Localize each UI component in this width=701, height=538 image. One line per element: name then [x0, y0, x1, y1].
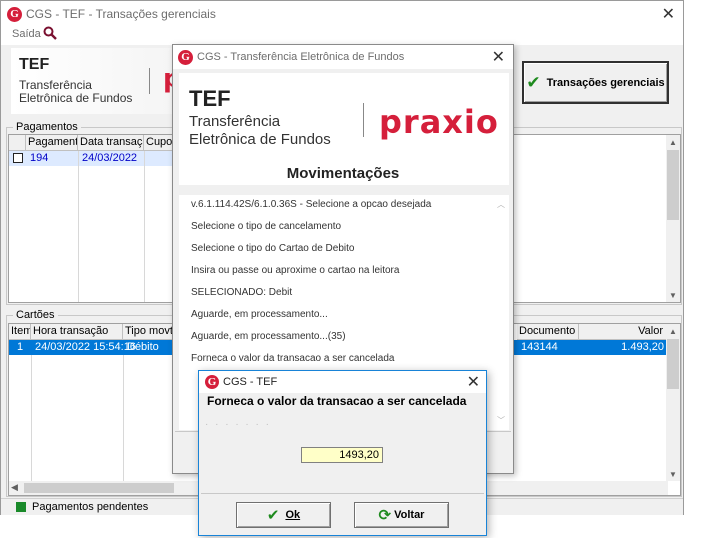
dialog-title: CGS - TEF [223, 376, 278, 388]
scroll-left-icon[interactable]: ◀ [11, 482, 18, 493]
pag-col-data[interactable]: Data transação [78, 135, 144, 151]
cgs-logo-icon: G [205, 375, 219, 389]
cartoes-label: Cartões [13, 309, 58, 321]
scroll-thumb[interactable] [667, 150, 679, 220]
praxio-logo: praxio [379, 103, 499, 141]
check-icon: ✔ [526, 73, 541, 92]
pendentes-legend-swatch [16, 502, 26, 512]
main-banner: TEF Transferência Eletrônica de Fundos p [11, 48, 186, 114]
pag-col-pagamento[interactable]: Pagamento [26, 135, 78, 151]
dialog-prompt: Forneca o valor da transacao a ser cance… [207, 394, 467, 408]
value-dialog: G CGS - TEF ✕ Forneca o valor da transac… [198, 370, 487, 536]
cart-col-item[interactable]: Item [9, 324, 31, 340]
banner-divider [149, 68, 150, 94]
hscroll-thumb[interactable] [24, 483, 174, 493]
scroll-thumb[interactable] [667, 339, 679, 389]
tef-close-icon[interactable]: ✕ [492, 47, 505, 67]
row-hora: 24/03/2022 15:54:16 [35, 341, 136, 353]
tef-window-title: CGS - Transferência Eletrônica de Fundos [197, 51, 405, 63]
log-line: Insira ou passe ou aproxime o cartao na … [191, 265, 400, 276]
tef-heading: Movimentações [286, 165, 400, 182]
transacoes-button-label: Transações gerenciais [546, 76, 665, 89]
refresh-icon: ⟳ [378, 506, 392, 524]
scroll-down-icon[interactable]: ﹀ [497, 415, 505, 426]
pag-row-divider [78, 151, 79, 302]
table-row[interactable]: 194 24/03/2022 [9, 151, 179, 166]
row-documento: 143144 [521, 341, 558, 353]
log-line: Selecione o tipo de cancelamento [191, 221, 342, 232]
dialog-faded-dots: · · · · · · · [205, 419, 271, 430]
transacoes-gerenciais-button[interactable]: ✔ Transações gerenciais [522, 61, 669, 104]
cart-col-hora[interactable]: Hora transação [31, 324, 123, 340]
cgs-logo-icon: G [7, 6, 22, 22]
tef-titlebar: G CGS - Transferência Eletrônica de Fund… [173, 45, 513, 69]
pagamentos-scrollbar[interactable]: ▲ ▼ [666, 135, 680, 302]
scroll-down-icon[interactable]: ▼ [666, 467, 680, 481]
log-line: Forneca o valor da transacao a ser cance… [191, 353, 395, 364]
voltar-button[interactable]: ⟳ Voltar [354, 502, 449, 528]
cgs-logo-icon: G [178, 49, 193, 65]
pagamentos-label: Pagamentos [13, 121, 81, 133]
tef-brand-line2: Eletrônica de Fundos [189, 131, 331, 148]
cart-row-divider [123, 355, 124, 487]
cart-col-documento[interactable]: Documento [517, 324, 579, 340]
main-brand-tef: TEF [19, 56, 50, 73]
scroll-up-icon[interactable]: ▲ [666, 324, 680, 338]
tef-brand-line1: Transferência [189, 113, 281, 130]
row-checkbox[interactable] [13, 153, 23, 163]
pendentes-legend-label: Pagamentos pendentes [32, 501, 149, 513]
row-valor: 1.493,20 [621, 341, 664, 353]
dialog-close-icon[interactable]: ✕ [467, 372, 480, 392]
log-line: Selecione o tipo do Cartao de Debito [191, 243, 355, 254]
tef-brand-tef: TEF [189, 86, 231, 111]
cart-col-valor-label: Valor [638, 325, 663, 337]
search-icon[interactable] [43, 26, 57, 43]
dialog-titlebar: G CGS - TEF ✕ [199, 371, 486, 393]
ok-button[interactable]: ✔ Ok [236, 502, 331, 528]
row-pagamento: 194 [30, 152, 49, 164]
cart-col-valor[interactable]: Valor [579, 324, 668, 340]
voltar-button-label: Voltar [394, 509, 425, 521]
log-line: SELECIONADO: Debit [191, 287, 293, 298]
main-brand-line1: Transferência [19, 78, 92, 92]
main-window-title: CGS - TEF - Transações gerenciais [26, 7, 216, 21]
menu-saida[interactable]: Saída [12, 28, 41, 40]
main-brand-line2: Eletrônica de Fundos [19, 91, 133, 105]
scroll-down-icon[interactable]: ▼ [666, 288, 680, 302]
main-titlebar: G CGS - TEF - Transações gerenciais ✕ [1, 1, 683, 27]
scroll-up-icon[interactable]: ︿ [497, 199, 505, 210]
pag-row-divider [144, 151, 145, 302]
scroll-up-icon[interactable]: ▲ [666, 135, 680, 149]
log-line: v.6.1.114.42S/6.1.0.36S - Selecione a op… [191, 199, 432, 210]
cart-row-divider [31, 355, 32, 487]
check-icon: ✔ [266, 506, 280, 524]
pag-col-check [9, 135, 26, 151]
tef-banner-divider [363, 103, 364, 137]
row-tipo: Débito [127, 341, 159, 353]
ok-button-label: Ok [285, 509, 301, 521]
log-line: Aguarde, em processamento... [191, 309, 328, 320]
log-scrollbar[interactable]: ︿ ﹀ [495, 195, 507, 430]
menu-bar: Saída [1, 26, 683, 45]
main-close-icon[interactable]: ✕ [662, 4, 675, 24]
cartoes-scrollbar[interactable]: ▲ ▼ [666, 324, 680, 481]
log-line: Aguarde, em processamento...(35) [191, 331, 346, 342]
row-data: 24/03/2022 [82, 152, 138, 164]
amount-input[interactable] [301, 447, 383, 463]
row-item: 1 [17, 341, 24, 353]
